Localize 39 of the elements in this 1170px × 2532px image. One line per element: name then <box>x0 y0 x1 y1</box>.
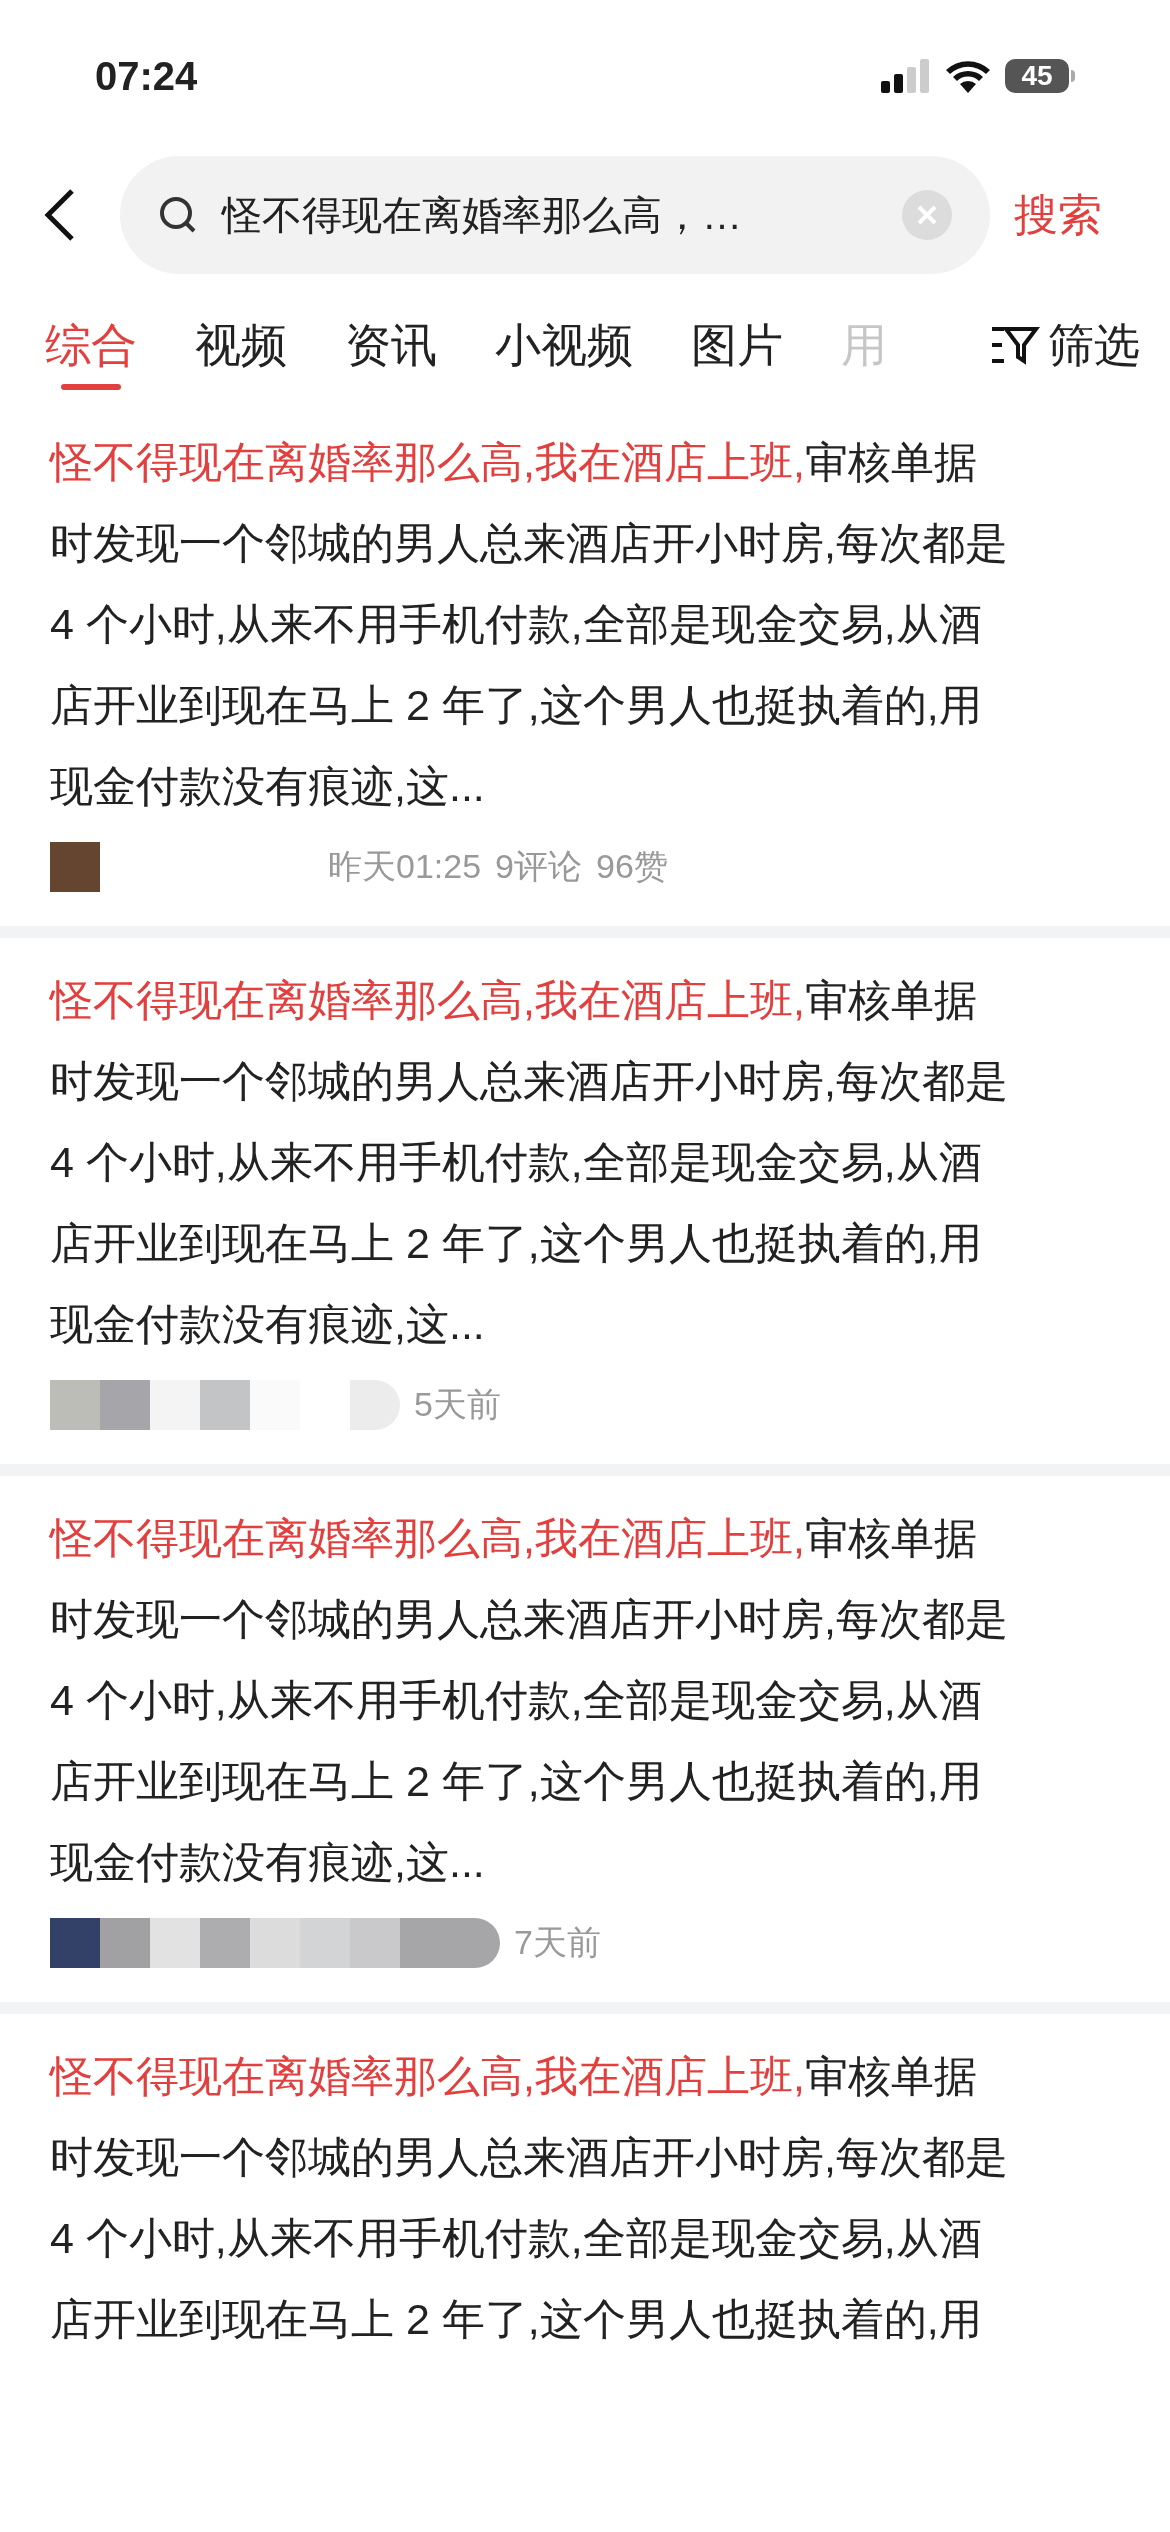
search-field[interactable]: 怪不得现在离婚率那么高，… <box>120 156 990 274</box>
category-tab[interactable]: 图片 <box>691 300 783 390</box>
snippet-line[interactable]: 现金付款没有痕迹,这... <box>50 746 1120 827</box>
snippet-line[interactable]: 4 个小时,从来不用手机付款,全部是现金交易,从酒 <box>50 1122 1120 1203</box>
category-tab[interactable]: 小视频 <box>495 300 633 390</box>
snippet-line[interactable]: 现金付款没有痕迹,这... <box>50 1284 1120 1365</box>
snippet-line[interactable]: 店开业到现在马上 2 年了,这个男人也挺执着的,用 <box>50 1203 1120 1284</box>
category-tab[interactable]: 综合 <box>45 300 137 390</box>
snippet-line[interactable]: 4 个小时,从来不用手机付款,全部是现金交易,从酒 <box>50 2198 1120 2279</box>
snippet-line[interactable]: 店开业到现在马上 2 年了,这个男人也挺执着的,用 <box>50 1741 1120 1822</box>
meta-text: 7天前 <box>514 1922 601 1963</box>
filter-icon <box>990 325 1040 365</box>
snippet-line[interactable]: 怪不得现在离婚率那么高,我在酒店上班,审核单据 <box>50 2036 1120 2117</box>
meta-text: 5天前 <box>414 1384 501 1425</box>
category-tab[interactable]: 视频 <box>195 300 287 390</box>
battery-indicator: 45 <box>1005 59 1075 93</box>
snippet-line[interactable]: 现金付款没有痕迹,这... <box>50 1822 1120 1903</box>
signal-icon <box>881 59 931 93</box>
snippet-line[interactable]: 怪不得现在离婚率那么高,我在酒店上班,审核单据 <box>50 422 1120 503</box>
snippet-line[interactable]: 时发现一个邻城的男人总来酒店开小时房,每次都是 <box>50 2117 1120 2198</box>
category-tab[interactable]: 资讯 <box>345 300 437 390</box>
snippet-line[interactable]: 4 个小时,从来不用手机付款,全部是现金交易,从酒 <box>50 1660 1120 1741</box>
meta-text: 96赞 <box>596 846 668 887</box>
snippet-line[interactable]: 4 个小时,从来不用手机付款,全部是现金交易,从酒 <box>50 584 1120 665</box>
snippet-line[interactable]: 店开业到现在马上 2 年了,这个男人也挺执着的,用 <box>50 2279 1120 2360</box>
snippet-line[interactable]: 时发现一个邻城的男人总来酒店开小时房,每次都是 <box>50 1041 1120 1122</box>
search-icon <box>158 195 198 235</box>
snippet-line[interactable]: 时发现一个邻城的男人总来酒店开小时房,每次都是 <box>50 1579 1120 1660</box>
filter-button[interactable]: 筛选 <box>990 300 1140 390</box>
meta-text: 9评论 <box>495 846 582 887</box>
status-time: 07:24 <box>95 53 198 100</box>
search-button[interactable]: 搜索 <box>1014 182 1102 248</box>
snippet-line[interactable]: 怪不得现在离婚率那么高,我在酒店上班,审核单据 <box>50 960 1120 1041</box>
snippet-line[interactable]: 怪不得现在离婚率那么高,我在酒店上班,审核单据 <box>50 1498 1120 1579</box>
snippet-line[interactable]: 时发现一个邻城的男人总来酒店开小时房,每次都是 <box>50 503 1120 584</box>
wifi-icon <box>945 59 991 93</box>
meta-text: 昨天01:25 <box>328 846 482 887</box>
avatar <box>50 841 100 892</box>
snippet-line[interactable]: 店开业到现在马上 2 年了,这个男人也挺执着的,用 <box>50 665 1120 746</box>
